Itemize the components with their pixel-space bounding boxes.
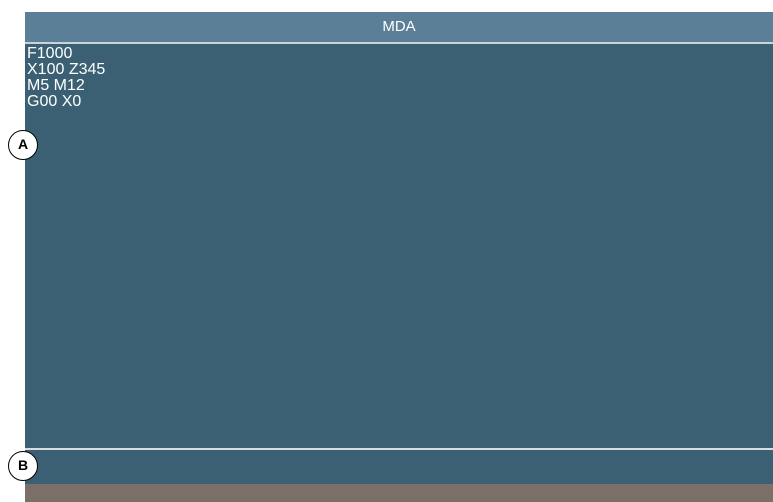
window-title: MDA <box>25 12 773 42</box>
command-input-line[interactable] <box>25 450 773 482</box>
program-line[interactable]: G00 X0 <box>27 94 767 110</box>
program-line[interactable]: F1000 <box>27 46 767 62</box>
program-line[interactable]: M5 M12 <box>27 78 767 94</box>
footer-bar <box>25 484 773 502</box>
callout-marker-b: B <box>8 451 38 481</box>
program-editor[interactable]: F1000 X100 Z345 M5 M12 G00 X0 <box>27 46 767 446</box>
callout-marker-a: A <box>8 130 38 160</box>
program-line[interactable]: X100 Z345 <box>27 62 767 78</box>
title-divider <box>25 42 773 44</box>
mda-window: MDA F1000 X100 Z345 M5 M12 G00 X0 <box>25 12 773 502</box>
